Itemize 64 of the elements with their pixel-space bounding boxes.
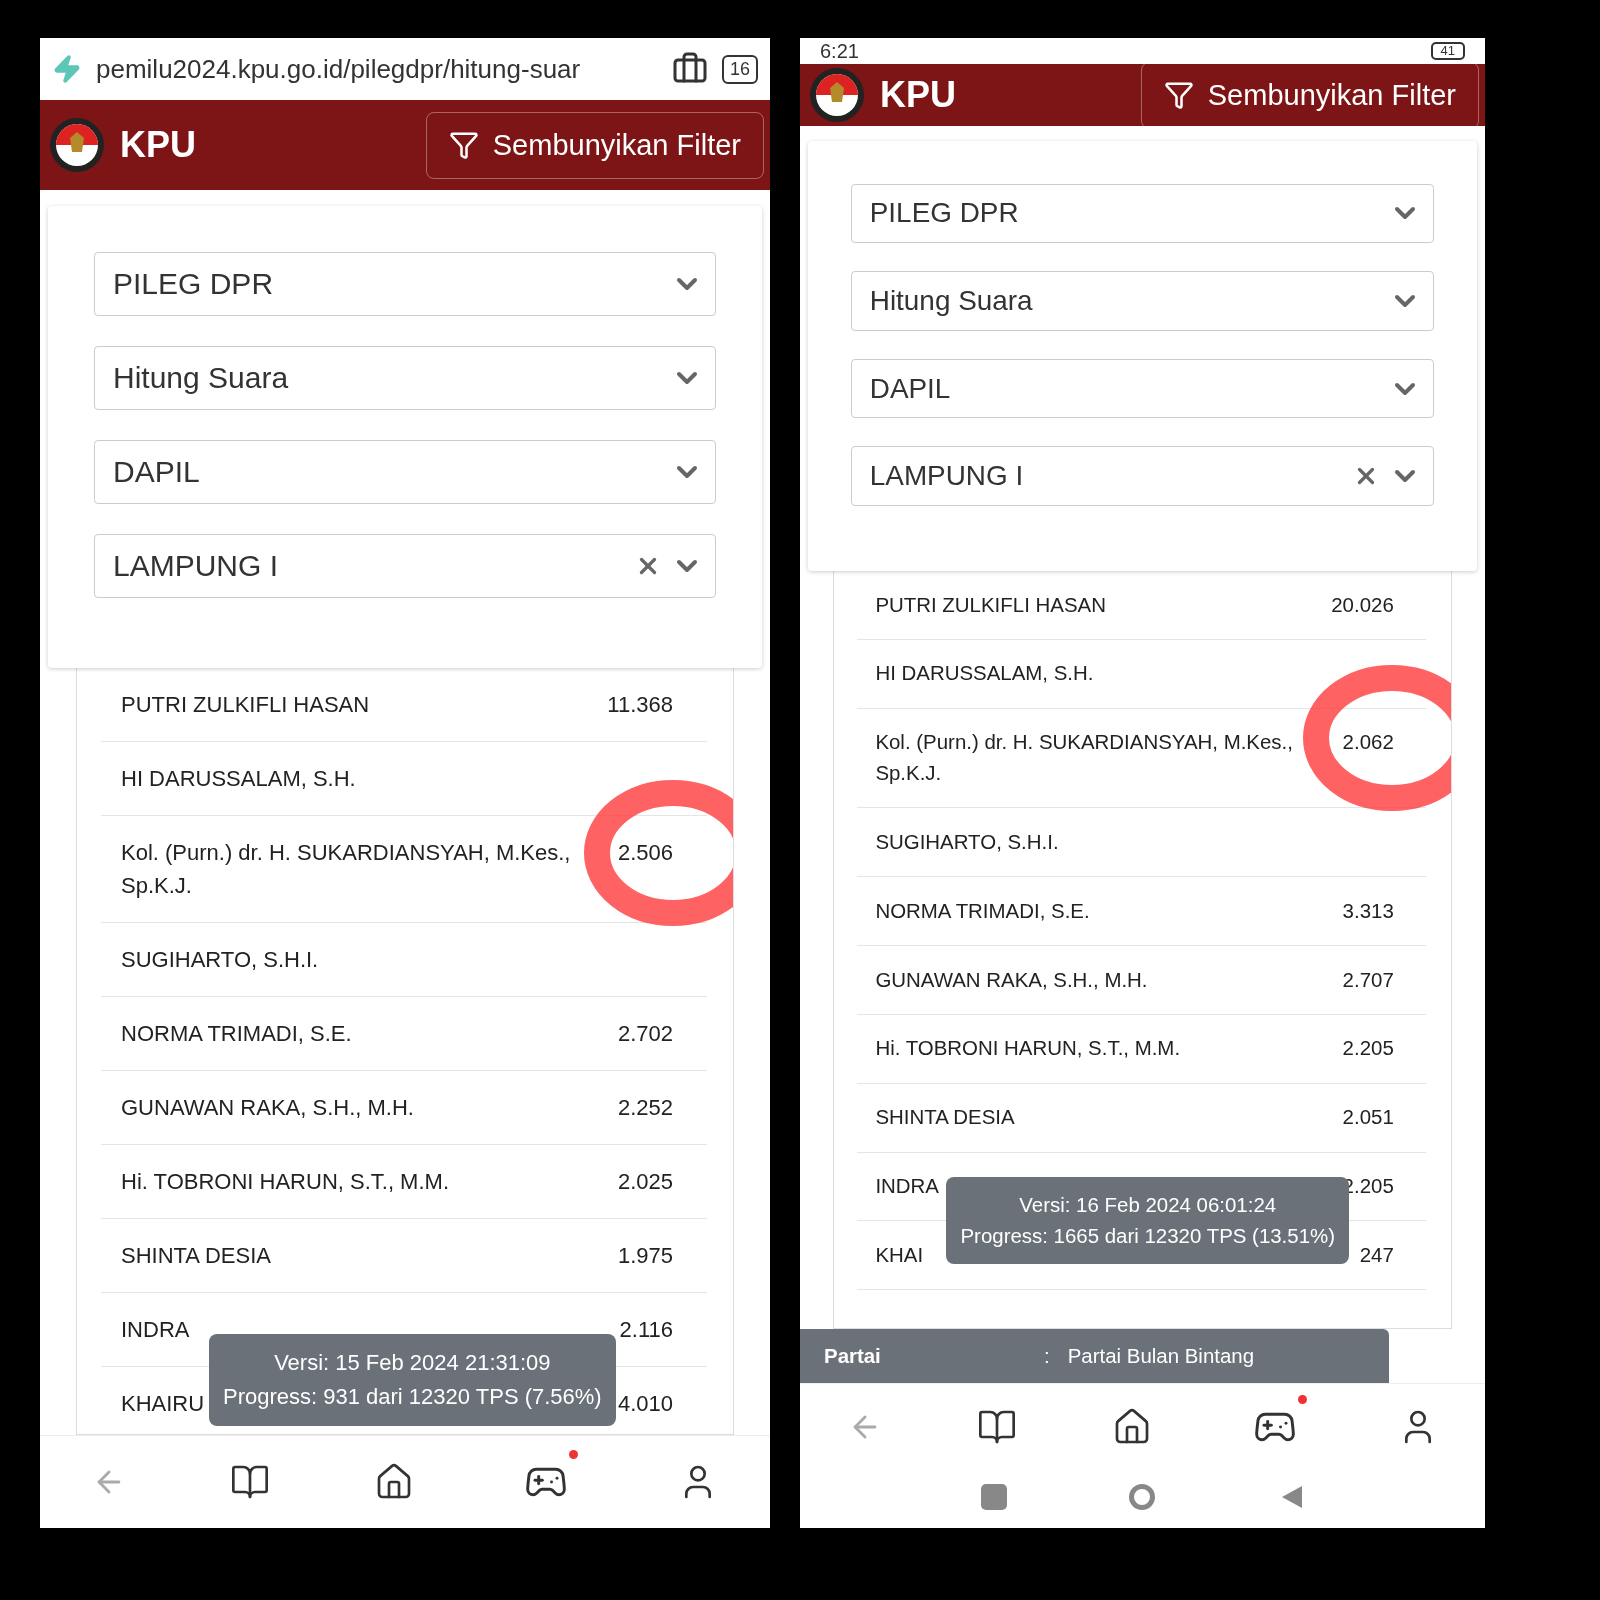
candidate-name: HI DARUSSALAM, S.H.: [121, 765, 356, 793]
tab-count[interactable]: 16: [721, 54, 758, 84]
recents-icon[interactable]: [981, 1484, 1008, 1510]
progress-text: Progress: 1665 dari 12320 TPS (13.51%): [960, 1223, 1335, 1250]
vote-count: 2.205: [1342, 1035, 1395, 1062]
candidate-name: KHAI: [875, 1242, 924, 1269]
party-label: Partai: [824, 1344, 882, 1368]
candidate-name: Hi. TOBRONI HARUN, S.T., M.M.: [875, 1035, 1181, 1062]
filter-dropdown[interactable]: DAPIL: [850, 358, 1435, 419]
emblem-icon: [808, 66, 866, 124]
progress-text: Progress: 931 dari 12320 TPS (7.56%): [223, 1382, 602, 1411]
candidate-name: PUTRI ZULKIFLI HASAN: [121, 691, 370, 719]
vote-count: 2.252: [617, 1094, 674, 1122]
status-time: 6:21: [820, 39, 859, 63]
filter-dropdown[interactable]: Hitung Suara: [850, 271, 1435, 331]
address-field[interactable]: pemilu2024.kpu.go.id/pilegdpr/hitung-suar: [96, 53, 658, 85]
candidate-name: PUTRI ZULKIFLI HASAN: [875, 591, 1106, 618]
vote-count: 11.368: [607, 691, 674, 719]
candidate-name: NORMA TRIMADI, S.E.: [121, 1020, 352, 1048]
candidate-name: SUGIHARTO, S.H.I.: [121, 946, 319, 974]
home-button-icon[interactable]: [1129, 1484, 1156, 1510]
filter-dropdown[interactable]: PILEG DPR: [850, 183, 1435, 244]
candidate-name: INDRA: [875, 1173, 939, 1200]
vote-count: 1.975: [617, 1242, 674, 1270]
candidate-name: NORMA TRIMADI, S.E.: [875, 897, 1090, 924]
filter-icon: [448, 130, 479, 160]
vote-count: 2.062: [1342, 729, 1395, 756]
hide-filter-button[interactable]: Sembunyikan Filter: [425, 111, 764, 179]
filter-icon: [1163, 80, 1194, 110]
party-separator: :: [1044, 1344, 1050, 1368]
filter-dropdown[interactable]: Hitung Suara: [94, 346, 716, 410]
filter-dropdown[interactable]: DAPIL: [94, 440, 716, 504]
candidate-name: HI DARUSSALAM, S.H.: [875, 660, 1094, 687]
candidate-name: Kol. (Purn.) dr. H. SUKARDIANSYAH, M.Kes., Sp.K.J.: [875, 729, 1294, 786]
candidate-name: INDRA: [121, 1316, 190, 1344]
filter-dropdown[interactable]: LAMPUNG I: [850, 446, 1435, 506]
candidate-name: SHINTA DESIA: [121, 1242, 271, 1270]
candidate-name: KHAIRU: [121, 1390, 205, 1418]
vote-count: 3.313: [1342, 897, 1395, 924]
candidate-name: Hi. TOBRONI HARUN, S.T., M.M.: [121, 1168, 449, 1196]
battery-level: 41: [1430, 42, 1465, 60]
filter-dropdown[interactable]: PILEG DPR: [94, 252, 716, 316]
version-text: Versi: 15 Feb 2024 21:31:09: [273, 1348, 552, 1377]
vote-count: 2.116: [619, 1316, 674, 1344]
emblem-icon: [48, 116, 106, 174]
hide-filter-button[interactable]: Sembunyikan Filter: [1140, 61, 1479, 129]
vote-count: 2.702: [617, 1020, 674, 1048]
candidate-name: GUNAWAN RAKA, S.H., M.H.: [875, 966, 1148, 993]
party-name: Partai Bulan Bintang: [1067, 1344, 1255, 1368]
vote-count: 2.707: [1342, 966, 1395, 993]
vote-count: 20.026: [1331, 591, 1395, 618]
filter-dropdown[interactable]: LAMPUNG I: [94, 534, 716, 598]
vote-count: 4.010: [617, 1390, 674, 1418]
vote-count: 2.025: [617, 1168, 674, 1196]
logo-text: KPU: [880, 74, 956, 116]
vote-count: 247: [1359, 1242, 1395, 1269]
vote-count: 2.506: [617, 839, 674, 867]
vote-count: 2.051: [1342, 1104, 1395, 1131]
candidate-name: Kol. (Purn.) dr. H. SUKARDIANSYAH, M.Kes., Sp.K.J.: [121, 839, 572, 900]
logo-text: KPU: [120, 124, 196, 166]
candidate-name: SHINTA DESIA: [875, 1104, 1015, 1131]
candidate-name: SUGIHARTO, S.H.I.: [875, 828, 1059, 855]
candidate-name: GUNAWAN RAKA, S.H., M.H.: [121, 1094, 414, 1122]
version-text: Versi: 16 Feb 2024 06:01:24: [1018, 1191, 1278, 1218]
